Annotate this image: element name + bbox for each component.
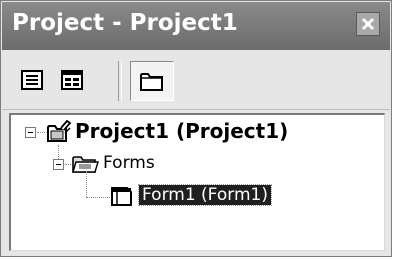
project-explorer-window: Project - Project1 Project1 (Project1) F… <box>0 0 392 257</box>
tree-folder-label[interactable]: Forms <box>103 153 155 173</box>
folder-icon <box>140 73 163 91</box>
close-icon <box>361 17 375 31</box>
forms-folder-icon <box>72 156 99 173</box>
title-bar[interactable]: Project - Project1 <box>2 2 390 50</box>
view-object-icon <box>61 70 83 90</box>
tree-connector <box>86 197 110 198</box>
view-code-button[interactable] <box>20 69 44 91</box>
tree-item-label[interactable]: Form1 (Form1) <box>138 184 272 206</box>
close-button[interactable] <box>356 12 380 36</box>
toggle-folders-button[interactable] <box>130 61 174 101</box>
forms-collapse-toggle[interactable] <box>53 159 64 170</box>
form-icon <box>111 187 132 206</box>
view-code-icon <box>21 70 43 90</box>
tree-connector <box>86 171 87 197</box>
tree-root-label[interactable]: Project1 (Project1) <box>75 119 288 143</box>
root-collapse-toggle[interactable] <box>25 127 36 138</box>
project-icon <box>47 119 72 142</box>
window-title: Project - Project1 <box>12 10 238 36</box>
toolbar <box>2 51 390 110</box>
view-object-button[interactable] <box>60 69 84 91</box>
tree-connector <box>58 145 59 159</box>
project-tree: Project1 (Project1) Forms Form1 (Form1) <box>9 113 385 251</box>
tree-connector <box>37 132 45 133</box>
toolbar-separator <box>118 61 122 101</box>
